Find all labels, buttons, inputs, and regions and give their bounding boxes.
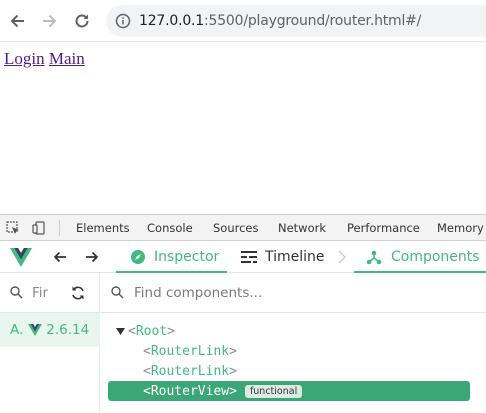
address-bar[interactable]: 127.0.0.1:5500/playground/router.html#/: [106, 5, 486, 37]
tab-console[interactable]: Console: [147, 221, 193, 235]
vue-logo-icon: [10, 241, 32, 273]
tab-separator: [59, 220, 60, 236]
url-text: 127.0.0.1:5500/playground/router.html#/: [139, 13, 421, 29]
apps-pane: Fir A. 2.6.14: [0, 273, 100, 413]
tab-network[interactable]: Network: [278, 221, 326, 235]
tree-node-routerview-selected[interactable]: < RouterView > functional: [108, 381, 470, 401]
inspector-label: Inspector: [154, 249, 220, 265]
app-list-item[interactable]: A. 2.6.14: [0, 313, 100, 347]
device-toolbar-icon[interactable]: [32, 221, 46, 235]
tree-node-label: RouterView: [150, 383, 230, 399]
page-content: Login Main: [4, 49, 85, 69]
tab-components[interactable]: Components: [366, 241, 480, 273]
tab-sources[interactable]: Sources: [213, 221, 259, 235]
tab-timeline[interactable]: Timeline: [241, 241, 325, 273]
tree-node-routerlink[interactable]: < RouterLink >: [143, 341, 237, 361]
app-filter-row: Fir: [0, 273, 100, 313]
components-label: Components: [391, 249, 480, 265]
functional-badge: functional: [244, 384, 303, 398]
back-arrow-icon[interactable]: [7, 11, 27, 31]
compass-icon: [131, 250, 145, 264]
search-icon: [111, 286, 124, 299]
tab-elements[interactable]: Elements: [76, 221, 130, 235]
app-name: A.: [10, 322, 24, 338]
component-tree-pane: Find components... < Root > < RouterLink > <…: [101, 273, 486, 413]
login-link[interactable]: Login: [4, 49, 45, 68]
find-components-input[interactable]: Find components...: [134, 285, 262, 301]
timeline-label: Timeline: [265, 249, 325, 265]
reload-icon[interactable]: [72, 11, 92, 31]
tab-performance[interactable]: Performance: [347, 221, 420, 235]
browser-toolbar: 127.0.0.1:5500/playground/router.html#/: [0, 0, 486, 42]
forward-icon[interactable]: [84, 241, 100, 273]
timeline-icon: [241, 251, 257, 263]
devtools-tab-bar: Elements Console Sources Network Perform…: [0, 214, 486, 241]
forward-arrow-icon[interactable]: [40, 11, 60, 31]
tree-node-label: Root: [135, 323, 168, 339]
tree-node-root[interactable]: < Root >: [116, 321, 175, 341]
app-filter-input[interactable]: Fir: [32, 285, 48, 301]
tree-node-label: RouterLink: [150, 343, 230, 359]
main-link[interactable]: Main: [49, 49, 85, 68]
find-components-row[interactable]: Find components...: [101, 273, 486, 313]
search-icon: [10, 286, 23, 299]
vue-logo-icon: [28, 324, 43, 336]
url-path: :5500/playground/router.html#/: [204, 13, 422, 29]
tree-node-routerlink[interactable]: < RouterLink >: [143, 361, 237, 381]
vue-version: 2.6.14: [46, 322, 90, 338]
tab-memory[interactable]: Memory: [437, 221, 484, 235]
tree-node-label: RouterLink: [150, 363, 230, 379]
vue-devtools-toolbar: Inspector Timeline Components: [0, 241, 486, 273]
url-host: 127.0.0.1: [139, 13, 204, 29]
inspect-element-icon[interactable]: [6, 221, 20, 235]
tab-inspector[interactable]: Inspector: [130, 241, 219, 273]
components-icon: [366, 250, 382, 265]
back-icon[interactable]: [52, 241, 68, 273]
refresh-icon[interactable]: [70, 285, 86, 301]
info-icon[interactable]: [115, 13, 131, 29]
expand-triangle-icon[interactable]: [116, 327, 125, 336]
chevron-right-icon: [338, 241, 346, 273]
